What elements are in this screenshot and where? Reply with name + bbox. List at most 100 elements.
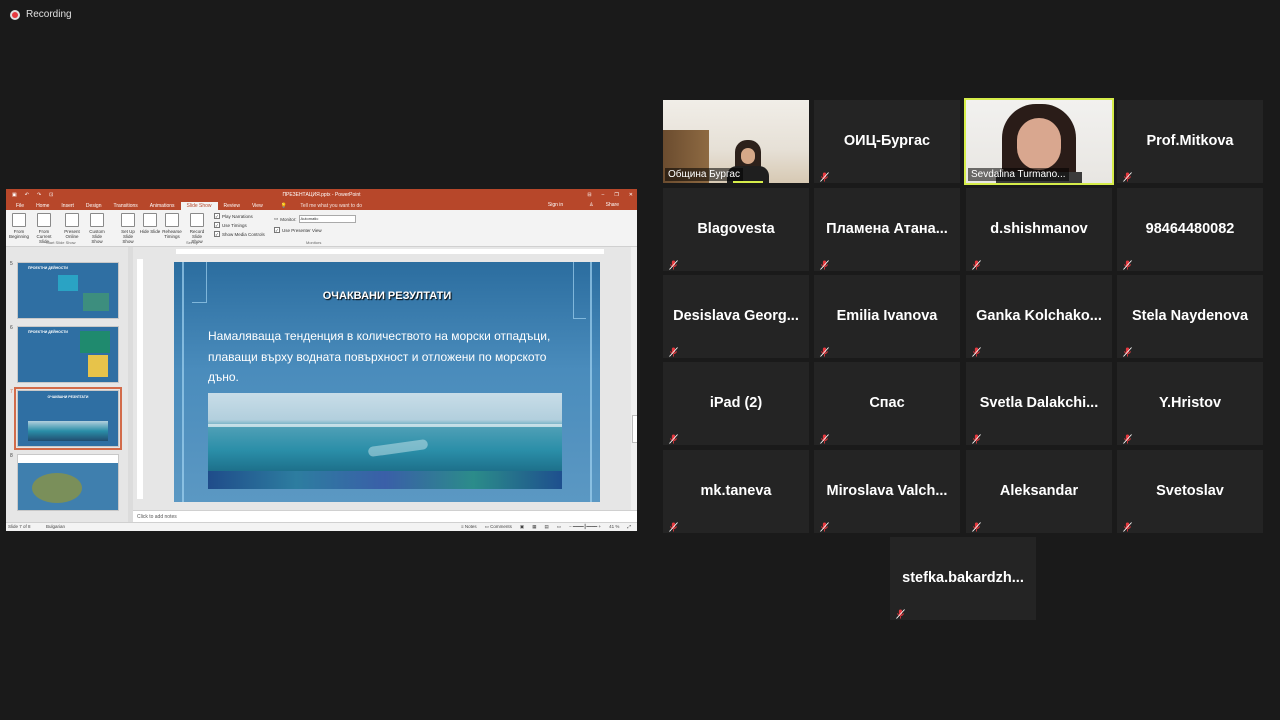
participant-video-tile[interactable]: Община Бургас: [663, 100, 809, 183]
monitor-label: Monitor:: [280, 216, 297, 222]
participant-tile[interactable]: Ganka Kolchako...: [966, 275, 1112, 358]
sign-in-link[interactable]: Sign in: [542, 201, 569, 209]
record-icon: [190, 213, 204, 227]
tab-view[interactable]: View: [246, 202, 269, 210]
participant-tile[interactable]: ОИЦ-Бургас: [814, 100, 960, 183]
show-media-controls-checkbox[interactable]: ✓ Show Media Controls: [214, 231, 265, 237]
participant-tile[interactable]: Y.Hristov: [1117, 362, 1263, 445]
rehearse-timings-button[interactable]: Rehearse Timings: [161, 213, 183, 239]
slideshow-view-icon[interactable]: ▭: [557, 523, 561, 531]
participant-tile[interactable]: iPad (2): [663, 362, 809, 445]
person-icon: ♙: [589, 202, 594, 208]
hide-slide-icon: [143, 213, 157, 227]
ribbon: From Beginning From Current Slide Presen…: [6, 210, 637, 247]
zoom-level[interactable]: 41 %: [609, 523, 619, 531]
muted-mic-icon: [972, 344, 981, 357]
presenter-view-checkbox[interactable]: ✓ Use Presenter View: [274, 227, 322, 233]
play-narrations-checkbox[interactable]: ✓ Play Narrations: [214, 213, 253, 219]
participant-tile[interactable]: Svetoslav: [1117, 450, 1263, 533]
share-button[interactable]: ♙ Share: [577, 201, 631, 209]
minimize-icon[interactable]: –: [602, 192, 605, 198]
use-timings-checkbox[interactable]: ✓ Use Timings: [214, 222, 247, 228]
participant-name: Община Бургас: [665, 168, 743, 181]
hide-slide-button[interactable]: Hide Slide: [139, 213, 161, 234]
tab-insert[interactable]: Insert: [55, 202, 80, 210]
slide-thumbnail[interactable]: ПРОЕКТНИ ДЕЙНОСТИ: [17, 326, 119, 383]
play-narrations-label: Play Narrations: [222, 213, 253, 219]
tab-slide-show[interactable]: Slide Show: [180, 202, 218, 210]
participant-tile[interactable]: 98464480082: [1117, 188, 1263, 271]
tab-home[interactable]: Home: [30, 202, 55, 210]
setup-label: Set Up Slide Show: [121, 229, 135, 244]
scroll-thumb[interactable]: [632, 415, 637, 443]
recording-indicator[interactable]: Recording: [10, 9, 72, 20]
notes-button[interactable]: ≡ Notes: [461, 523, 477, 531]
slide-thumbnail[interactable]: ПРОЕКТНИ ДЕЙНОСТИ: [17, 262, 119, 319]
tab-transitions[interactable]: Transitions: [108, 202, 144, 210]
maximize-icon[interactable]: ❐: [614, 192, 618, 198]
participant-tile[interactable]: stefka.bakardzh...: [890, 537, 1036, 620]
slide-sorter-icon[interactable]: ▦: [532, 523, 536, 531]
participant-tile[interactable]: Спас: [814, 362, 960, 445]
reading-view-icon[interactable]: ▤: [544, 523, 548, 531]
participant-tile[interactable]: Miroslava Valch...: [814, 450, 960, 533]
set-up-slide-show-button[interactable]: Set Up Slide Show: [117, 213, 139, 244]
custom-slide-show-button[interactable]: Custom Slide Show: [86, 213, 108, 244]
fit-slide-icon[interactable]: ⤢: [627, 523, 631, 531]
participant-name: Blagovesta: [697, 221, 775, 237]
ribbon-display-icon[interactable]: ⊟: [587, 192, 591, 198]
language-indicator[interactable]: Bulgarian: [46, 523, 65, 531]
muted-mic-icon: [896, 606, 905, 619]
participant-tile[interactable]: Desislava Georg...: [663, 275, 809, 358]
muted-mic-icon: [1123, 169, 1132, 182]
ppt-title: ПРЕЗЕНТАЦИЯ.pptx - PowerPoint: [282, 191, 361, 198]
participant-name: Спас: [869, 395, 905, 411]
thumbnail-scrollbar[interactable]: [128, 247, 133, 523]
comments-button[interactable]: ▭ Comments: [485, 523, 512, 531]
close-icon[interactable]: ✕: [629, 192, 633, 198]
participant-tile[interactable]: d.shishmanov: [966, 188, 1112, 271]
rehearse-label: Rehearse Timings: [162, 229, 182, 239]
participant-tile[interactable]: Prof.Mitkova: [1117, 100, 1263, 183]
monitor-select[interactable]: ▭ Monitor: Automatic: [274, 215, 356, 223]
lightbulb-icon: 💡: [280, 203, 287, 209]
thumb-number: 6: [10, 325, 13, 331]
participant-tile[interactable]: mk.taneva: [663, 450, 809, 533]
tab-file[interactable]: File: [10, 202, 30, 210]
tab-design[interactable]: Design: [80, 202, 108, 210]
participant-name: Ganka Kolchako...: [976, 308, 1102, 324]
monitor-value: Automatic: [298, 215, 356, 223]
muted-mic-icon: [1123, 257, 1132, 270]
participant-name: Y.Hristov: [1158, 395, 1222, 411]
participant-tile[interactable]: Emilia Ivanova: [814, 275, 960, 358]
thumb-image: [88, 355, 108, 377]
thumb-title: ОЧАКВАНИ РЕЗУЛТАТИ: [47, 395, 89, 399]
tab-review[interactable]: Review: [218, 202, 246, 210]
participant-tile[interactable]: Svetla Dalakchi...: [966, 362, 1112, 445]
present-online-button[interactable]: Present Online: [61, 213, 83, 239]
participant-name: stefka.bakardzh...: [902, 570, 1024, 586]
slide-thumbnail[interactable]: [17, 454, 119, 511]
participant-name: d.shishmanov: [990, 221, 1088, 237]
recording-label: Recording: [26, 9, 72, 20]
monitor-icon: ▭: [274, 216, 279, 221]
tell-me-box[interactable]: 💡 Tell me what you want to do: [269, 202, 374, 210]
present-online-label: Present Online: [64, 229, 80, 239]
thumb-title: ПРОЕКТНИ ДЕЙНОСТИ: [28, 266, 68, 270]
shared-screen: ▣ ↶ ↷ ⊡ ПРЕЗЕНТАЦИЯ.pptx - PowerPoint ⊟ …: [6, 189, 637, 531]
slide-thumbnail-selected[interactable]: ОЧАКВАНИ РЕЗУЛТАТИ: [14, 387, 122, 450]
normal-view-icon[interactable]: ▣: [520, 523, 524, 531]
muted-mic-icon: [1123, 519, 1132, 532]
from-beginning-button[interactable]: From Beginning: [8, 213, 30, 239]
current-slide[interactable]: ОЧАКВАНИ РЕЗУЛТАТИ Намаляваща тенденция …: [174, 262, 600, 502]
participant-tile[interactable]: Stela Naydenova: [1117, 275, 1263, 358]
participant-tile[interactable]: Blagovesta: [663, 188, 809, 271]
slide-scrollbar[interactable]: [631, 247, 637, 511]
muted-mic-icon: [669, 257, 678, 270]
participant-video-tile[interactable]: Sevdalina Turmano...: [964, 98, 1114, 185]
zoom-slider[interactable]: − ━━━━┃━━━━ +: [569, 523, 601, 531]
participant-tile[interactable]: Пламена Атана...: [814, 188, 960, 271]
participant-tile[interactable]: Aleksandar: [966, 450, 1112, 533]
thumb-image: [28, 421, 108, 441]
tab-animations[interactable]: Animations: [144, 202, 181, 210]
